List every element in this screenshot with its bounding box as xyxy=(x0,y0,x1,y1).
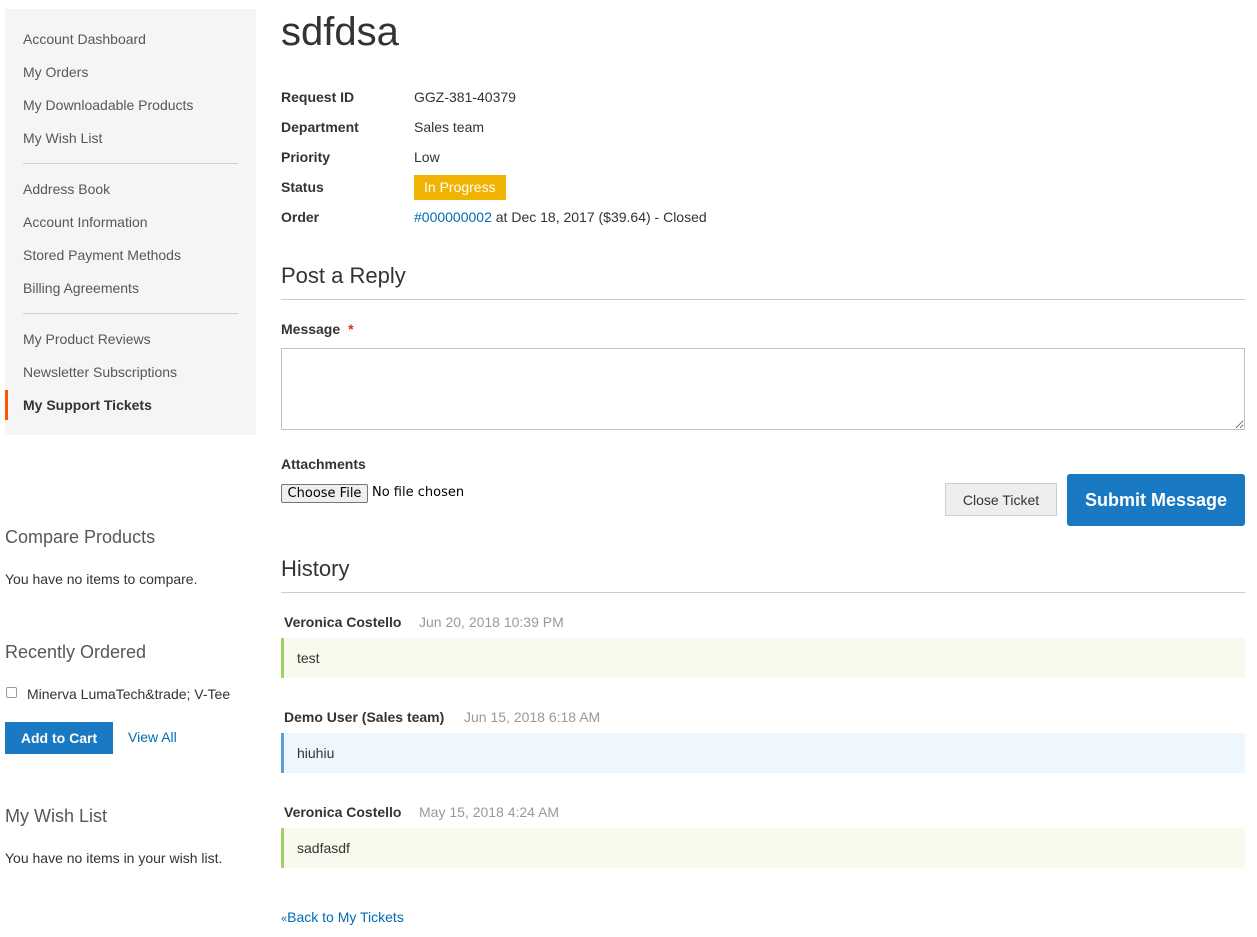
add-to-cart-button[interactable]: Add to Cart xyxy=(5,722,113,754)
nav-item-stored-payment-methods[interactable]: Stored Payment Methods xyxy=(23,245,181,265)
order-value: #000000002 at Dec 18, 2017 ($39.64) - Cl… xyxy=(414,209,707,225)
choose-file-button[interactable]: Choose File xyxy=(281,484,368,503)
history-message: test xyxy=(281,638,1245,678)
recently-ordered-title: Recently Ordered xyxy=(5,642,147,662)
file-status-text: No file chosen xyxy=(372,485,465,500)
history-date: Jun 20, 2018 10:39 PM xyxy=(419,614,564,630)
nav-item-newsletter-subscriptions[interactable]: Newsletter Subscriptions xyxy=(23,362,177,382)
nav-item-my-orders[interactable]: My Orders xyxy=(23,62,88,82)
order-number-link[interactable]: #000000002 xyxy=(414,209,492,225)
attachments-label: Attachments xyxy=(281,456,366,472)
nav-item-address-book[interactable]: Address Book xyxy=(23,179,110,199)
wishlist-empty-text: You have no items in your wish list. xyxy=(5,850,223,866)
department-value: Sales team xyxy=(414,119,485,135)
section-divider xyxy=(281,299,1245,300)
history-date: May 15, 2018 4:24 AM xyxy=(419,804,560,820)
priority-value: Low xyxy=(414,149,440,165)
current-nav-marker xyxy=(5,390,8,420)
submit-message-button[interactable]: Submit Message xyxy=(1067,474,1245,526)
history-message: sadfasdf xyxy=(281,828,1245,868)
history-date: Jun 15, 2018 6:18 AM xyxy=(464,709,601,725)
nav-item-downloadable-products[interactable]: My Downloadable Products xyxy=(23,95,193,115)
nav-item-account-information[interactable]: Account Information xyxy=(23,212,148,232)
nav-item-support-tickets: My Support Tickets xyxy=(23,397,152,413)
wishlist-title: My Wish List xyxy=(5,806,108,826)
status-label: Status xyxy=(281,179,324,195)
priority-label: Priority xyxy=(281,149,331,165)
history-message: hiuhiu xyxy=(281,733,1245,773)
history-title: History xyxy=(281,556,350,581)
nav-divider xyxy=(23,313,238,314)
recently-ordered-product[interactable]: Minerva LumaTech&trade; V-Tee xyxy=(27,686,230,702)
back-link-label: Back to My Tickets xyxy=(287,909,404,925)
request-id-value: GGZ-381-40379 xyxy=(414,89,516,105)
nav-item-billing-agreements[interactable]: Billing Agreements xyxy=(23,278,139,298)
order-label: Order xyxy=(281,209,320,225)
section-divider xyxy=(281,592,1245,593)
compare-empty-text: You have no items to compare. xyxy=(5,571,198,587)
request-id-label: Request ID xyxy=(281,89,355,105)
status-badge: In Progress xyxy=(414,175,506,200)
nav-divider xyxy=(23,163,238,164)
message-textarea[interactable] xyxy=(281,348,1245,430)
close-ticket-button[interactable]: Close Ticket xyxy=(945,483,1057,516)
compare-products-title: Compare Products xyxy=(5,527,156,547)
nav-item-product-reviews[interactable]: My Product Reviews xyxy=(23,329,151,349)
required-mark: * xyxy=(348,321,354,337)
order-details: at Dec 18, 2017 ($39.64) - Closed xyxy=(491,209,707,225)
message-label: Message * xyxy=(281,321,354,337)
recently-ordered-checkbox[interactable] xyxy=(6,687,17,698)
nav-item-account-dashboard[interactable]: Account Dashboard xyxy=(23,29,146,49)
history-author: Demo User (Sales team) xyxy=(284,709,445,725)
page-title: sdfdsa xyxy=(281,10,399,54)
back-to-tickets-link[interactable]: «Back to My Tickets xyxy=(281,909,404,925)
department-label: Department xyxy=(281,119,359,135)
post-reply-title: Post a Reply xyxy=(281,263,406,288)
nav-item-my-wish-list[interactable]: My Wish List xyxy=(23,128,102,148)
history-author: Veronica Costello xyxy=(284,614,402,630)
account-nav: Account Dashboard My Orders My Downloada… xyxy=(5,9,256,435)
message-label-text: Message xyxy=(281,321,341,337)
history-author: Veronica Costello xyxy=(284,804,402,820)
view-all-link[interactable]: View All xyxy=(128,729,177,745)
